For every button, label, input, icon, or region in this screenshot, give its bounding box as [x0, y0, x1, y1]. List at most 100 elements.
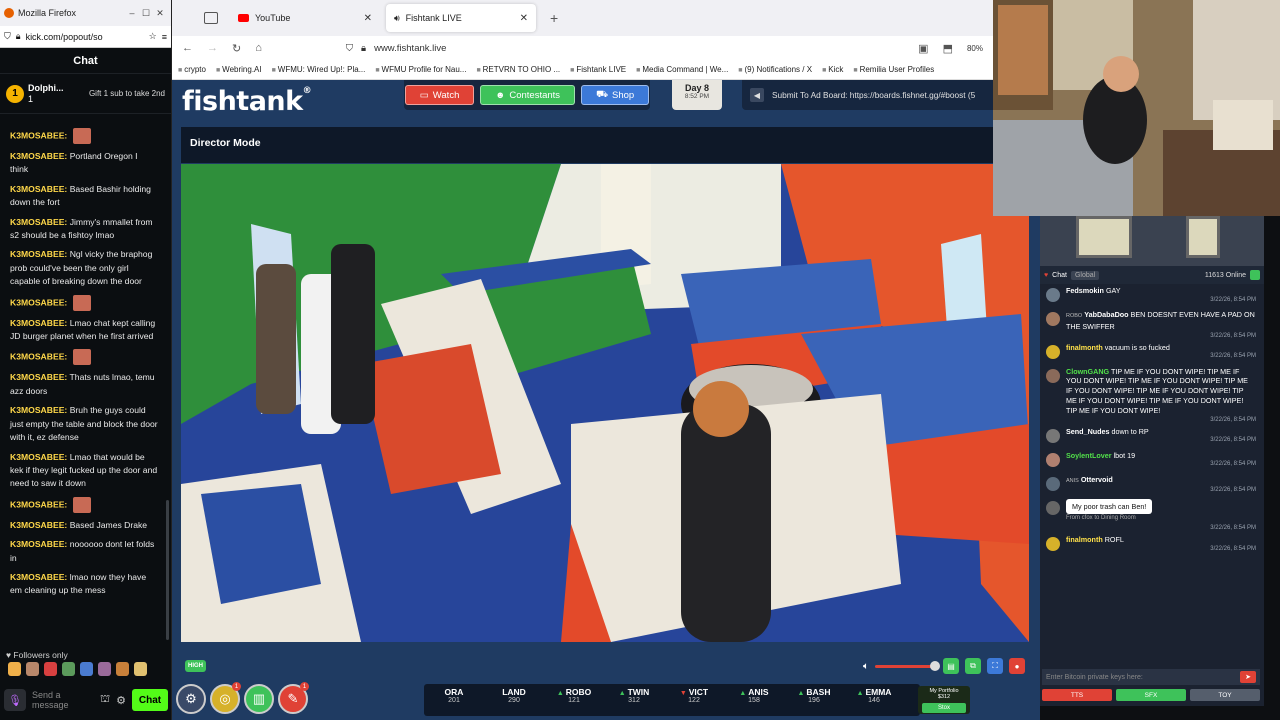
maximize-icon[interactable]: ☐ — [139, 8, 153, 19]
chat-username[interactable]: K3MOSABEE: — [10, 297, 67, 307]
chat-username[interactable]: K3MOSABEE: — [10, 352, 67, 362]
ticker-item[interactable]: ▲ ROBO 121 — [544, 684, 604, 716]
emote-icon[interactable] — [44, 662, 57, 676]
tts-button[interactable]: TTS — [1042, 689, 1112, 701]
bookmark-item[interactable]: Kick — [822, 65, 843, 74]
portfolio-widget[interactable]: My Portfolio $312 Stox — [918, 686, 970, 714]
emote-icon[interactable] — [62, 662, 75, 676]
avatar[interactable] — [1046, 537, 1060, 552]
chat-username[interactable]: SoylentLover — [1066, 451, 1112, 460]
new-tab-icon[interactable]: + — [550, 10, 558, 26]
chat-username[interactable]: K3MOSABEE: — [10, 539, 67, 549]
ticker-item[interactable]: ▲ EMMA 146 — [844, 684, 904, 716]
gift-icon[interactable]: ⛫ — [100, 693, 110, 707]
contestant-card[interactable] — [1186, 216, 1220, 258]
avatar[interactable] — [1046, 428, 1060, 443]
bookmark-item[interactable]: (9) Notifications / X — [738, 65, 812, 74]
home-icon[interactable]: ⌂ — [255, 42, 262, 54]
contestant-card[interactable] — [1076, 216, 1132, 258]
tab-youtube[interactable]: YouTube ✕ — [230, 4, 380, 32]
pocket-icon[interactable]: ⬒ — [943, 42, 953, 55]
bookmark-item[interactable]: WFMU: Wired Up!: Pla... — [272, 65, 366, 74]
avatar[interactable] — [1046, 344, 1060, 359]
chat-scrollbar[interactable] — [166, 500, 169, 640]
bookmark-item[interactable]: Remilia User Profiles — [853, 65, 935, 74]
emote-icon[interactable] — [116, 662, 129, 676]
ticker-item[interactable]: ▲ TWIN 312 — [604, 684, 664, 716]
volume-slider[interactable] — [875, 660, 940, 671]
inventory-icon[interactable]: ▥ — [244, 684, 274, 714]
chat-username[interactable]: finalmonth — [1066, 343, 1103, 352]
record-icon[interactable]: ● — [1009, 658, 1025, 674]
chat-username[interactable]: K3MOSABEE: — [10, 452, 67, 462]
chat-input[interactable]: Send a message — [32, 690, 94, 710]
chat-username[interactable]: K3MOSABEE: — [10, 318, 67, 328]
tab-list-icon[interactable] — [204, 12, 218, 24]
chat-username[interactable]: ClownGANG — [1066, 367, 1109, 376]
online-icon[interactable] — [1250, 270, 1260, 280]
emote-icon[interactable] — [8, 662, 21, 676]
gift-sub-prompt[interactable]: Gift 1 sub to take 2nd — [68, 89, 165, 99]
reload-icon[interactable]: ↻ — [232, 42, 241, 55]
chat-username[interactable]: K3MOSABEE: — [10, 572, 67, 582]
chat-username[interactable]: K3MOSABEE: — [10, 405, 67, 415]
bookmark-item[interactable]: Media Command | We... — [636, 65, 728, 74]
chat-send-button[interactable]: Chat — [132, 689, 168, 711]
chat-username[interactable]: K3MOSABEE: — [10, 372, 67, 382]
fullscreen-icon[interactable]: ⛶ — [987, 658, 1003, 674]
speaker-icon[interactable]: 🔊︎ — [394, 13, 400, 24]
settings-icon[interactable]: ⚙ — [116, 694, 126, 707]
popout-url[interactable]: kick.com/popout/so — [26, 32, 144, 42]
bookmark-item[interactable]: Webring.AI — [216, 65, 261, 74]
volume-icon[interactable]: 🔈︎ — [863, 661, 869, 672]
emote-icon[interactable] — [80, 662, 93, 676]
mission-icon[interactable]: ✎ 1 — [278, 682, 309, 714]
back-arrow-icon[interactable]: ◀ — [750, 88, 764, 102]
quality-badge[interactable]: HIGH — [185, 660, 206, 672]
volume-knob[interactable] — [929, 660, 940, 671]
ticker-item[interactable]: ORA 201 — [424, 684, 484, 716]
ticker-item[interactable]: LAND 290 — [484, 684, 544, 716]
ticker-item[interactable]: ▲ ANIS 158 — [724, 684, 784, 716]
menu-icon[interactable]: ≡ — [162, 32, 167, 42]
address-text[interactable]: www.fishtank.live — [374, 43, 446, 54]
bookmark-item[interactable]: WFMU Profile for Nau... — [375, 65, 467, 74]
chat-username[interactable]: K3MOSABEE: — [10, 217, 67, 227]
emote-quickbar[interactable] — [8, 662, 147, 676]
ticker-item[interactable]: ▼ VICT 122 — [664, 684, 724, 716]
star-icon[interactable]: ☆ — [149, 31, 157, 42]
coins-icon[interactable]: ◎ 1 — [210, 682, 241, 714]
chat-username[interactable]: Ottervoid — [1081, 475, 1113, 484]
toy-button[interactable]: TOY — [1190, 689, 1260, 701]
address-bar[interactable]: ⛉ 🔒︎ www.fishtank.live — [346, 43, 904, 54]
avatar[interactable] — [1046, 312, 1060, 326]
avatar[interactable] — [1046, 452, 1060, 467]
send-icon[interactable]: ➤ — [1240, 671, 1256, 683]
emote-icon[interactable] — [26, 662, 39, 676]
bookmark-item[interactable]: RETVRN TO OHIO ... — [476, 65, 561, 74]
emote-icon[interactable] — [134, 662, 147, 676]
shop-button[interactable]: ⛟ Shop — [581, 85, 650, 105]
fishtank-logo[interactable]: fishtank® — [182, 86, 312, 117]
chat-username[interactable]: K3MOSABEE: — [10, 520, 67, 530]
screenshot-icon[interactable]: ▣ — [918, 42, 928, 55]
chat-username[interactable]: YabDabaDoo — [1084, 310, 1128, 319]
chat-username[interactable]: Fedsmokin — [1066, 286, 1104, 295]
chat-username[interactable]: K3MOSABEE: — [10, 130, 67, 140]
stox-button[interactable]: Stox — [922, 703, 966, 713]
close-tab-icon[interactable]: ✕ — [520, 13, 528, 24]
close-tab-icon[interactable]: ✕ — [364, 13, 372, 24]
close-icon[interactable]: ✕ — [153, 8, 167, 19]
bookmark-item[interactable]: crypto — [178, 65, 206, 74]
emote-icon[interactable] — [98, 662, 111, 676]
tab-fishtank[interactable]: 🔊︎ Fishtank LIVE ✕ — [386, 4, 536, 32]
avatar[interactable] — [1046, 476, 1060, 491]
chat-username[interactable]: Send_Nudes — [1066, 427, 1110, 436]
chat-input[interactable]: Enter Bitcoin private keys here: ➤ — [1042, 669, 1260, 685]
settings-gear-icon[interactable]: ⚙ — [176, 684, 206, 714]
avatar[interactable] — [1046, 500, 1060, 515]
contestants-button[interactable]: ☻ Contestants — [480, 85, 576, 105]
chat-input-placeholder[interactable]: Enter Bitcoin private keys here: — [1046, 674, 1143, 681]
avatar[interactable] — [1046, 288, 1060, 302]
live-video-feed[interactable] — [181, 164, 1029, 642]
